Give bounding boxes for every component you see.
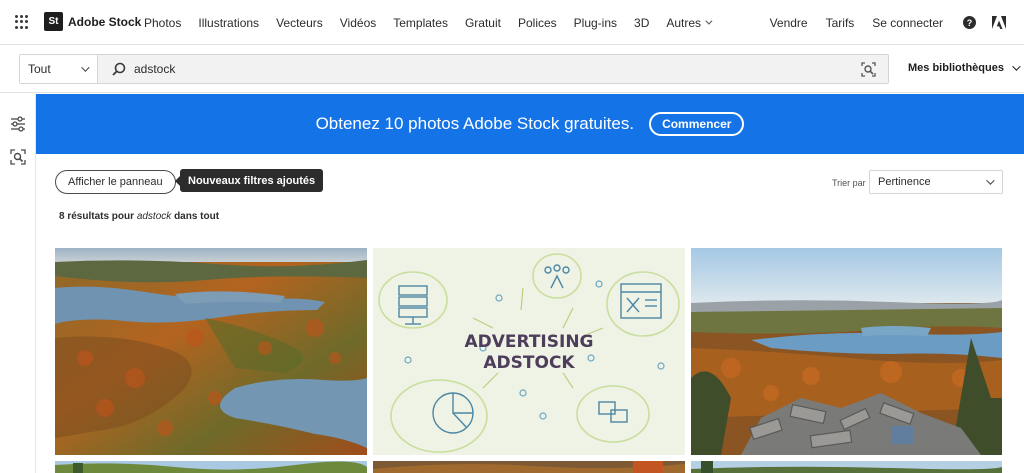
search-icon	[112, 62, 126, 76]
account-nav: Vendre Tarifs Se connecter ?	[752, 0, 1006, 45]
results-query: adstock	[136, 211, 172, 222]
nav-photos[interactable]: Photos	[144, 16, 181, 30]
nav-more[interactable]: Autres	[666, 15, 713, 30]
new-filters-tooltip: Nouveaux filtres ajoutés	[174, 169, 324, 192]
autumn-lake-photo	[55, 248, 367, 455]
lake-horizon-photo	[691, 461, 1002, 473]
sort-value: Pertinence	[878, 176, 931, 188]
results-summary: 8 résultats pour adstock dans tout	[59, 211, 219, 222]
search-scope-select[interactable]: Tout	[20, 55, 98, 83]
result-thumbnail-3[interactable]	[691, 248, 1002, 455]
promo-banner: Obtenez 10 photos Adobe Stock gratuites.…	[36, 94, 1024, 154]
chevron-down-icon	[705, 17, 713, 25]
brand-name: Adobe Stock	[68, 14, 142, 29]
nav-3d[interactable]: 3D	[634, 16, 649, 30]
result-thumbnail-5[interactable]	[373, 461, 685, 473]
chevron-down-icon	[986, 176, 995, 185]
banner-text: Obtenez 10 photos Adobe Stock gratuites.	[315, 114, 635, 133]
top-navigation: St Adobe Stock Photos Illustrations Vect…	[0, 0, 1024, 45]
nav-polices[interactable]: Polices	[518, 16, 557, 30]
nav-templates[interactable]: Templates	[393, 16, 448, 30]
search-row: Tout Mes bibliothèques	[0, 45, 1024, 93]
nav-tarifs[interactable]: Tarifs	[826, 16, 855, 30]
nav-gratuit[interactable]: Gratuit	[465, 16, 501, 30]
result-thumbnail-6[interactable]	[691, 461, 1002, 473]
chevron-down-icon	[81, 63, 90, 72]
results-count: 8 résultats pour	[59, 211, 135, 222]
nav-vecteurs[interactable]: Vecteurs	[276, 16, 323, 30]
libraries-label: Mes bibliothèques	[908, 62, 1004, 74]
search-scope-value: Tout	[28, 62, 51, 76]
search-input[interactable]	[134, 62, 834, 76]
result-thumbnail-1[interactable]	[55, 248, 367, 455]
visual-search-icon[interactable]	[861, 62, 876, 77]
filters-icon[interactable]	[10, 116, 26, 132]
result-thumbnail-2[interactable]: ADVERTISING ADSTOCK	[373, 248, 685, 455]
show-panel-button[interactable]: Afficher le panneau	[55, 170, 176, 194]
nav-vendre[interactable]: Vendre	[770, 16, 808, 30]
advertising-adstock-illustration: ADVERTISING ADSTOCK	[373, 248, 685, 455]
nav-more-label: Autres	[666, 15, 702, 30]
apps-grid-icon[interactable]	[15, 15, 29, 29]
adobe-stock-logo: St	[44, 12, 63, 31]
left-rail	[0, 94, 36, 473]
result-thumbnail-4[interactable]	[55, 461, 367, 473]
help-icon[interactable]: ?	[963, 16, 976, 29]
summit-lake-photo	[691, 248, 1002, 455]
forest-photo	[55, 461, 367, 473]
libraries-dropdown[interactable]: Mes bibliothèques	[908, 62, 1021, 74]
sort-select[interactable]: Pertinence	[869, 170, 1003, 194]
illustration-line2: ADSTOCK	[483, 353, 575, 373]
adobe-logo-icon[interactable]	[992, 16, 1006, 29]
nav-plugins[interactable]: Plug-ins	[574, 16, 617, 30]
nav-illustrations[interactable]: Illustrations	[198, 16, 259, 30]
illustration-line1: ADVERTISING	[464, 332, 593, 352]
main-nav: Photos Illustrations Vecteurs Vidéos Tem…	[144, 0, 727, 45]
nav-videos[interactable]: Vidéos	[340, 16, 376, 30]
autumn-trees-photo	[373, 461, 685, 473]
visual-search-icon[interactable]	[10, 149, 26, 165]
brand[interactable]: St Adobe Stock	[44, 12, 141, 31]
start-button[interactable]: Commencer	[649, 112, 745, 136]
sign-in-link[interactable]: Se connecter	[872, 16, 943, 30]
results-suffix: dans tout	[174, 211, 220, 222]
chevron-down-icon	[1012, 62, 1021, 71]
sort-label: Trier par	[832, 178, 866, 188]
search-bar: Tout	[19, 54, 889, 84]
